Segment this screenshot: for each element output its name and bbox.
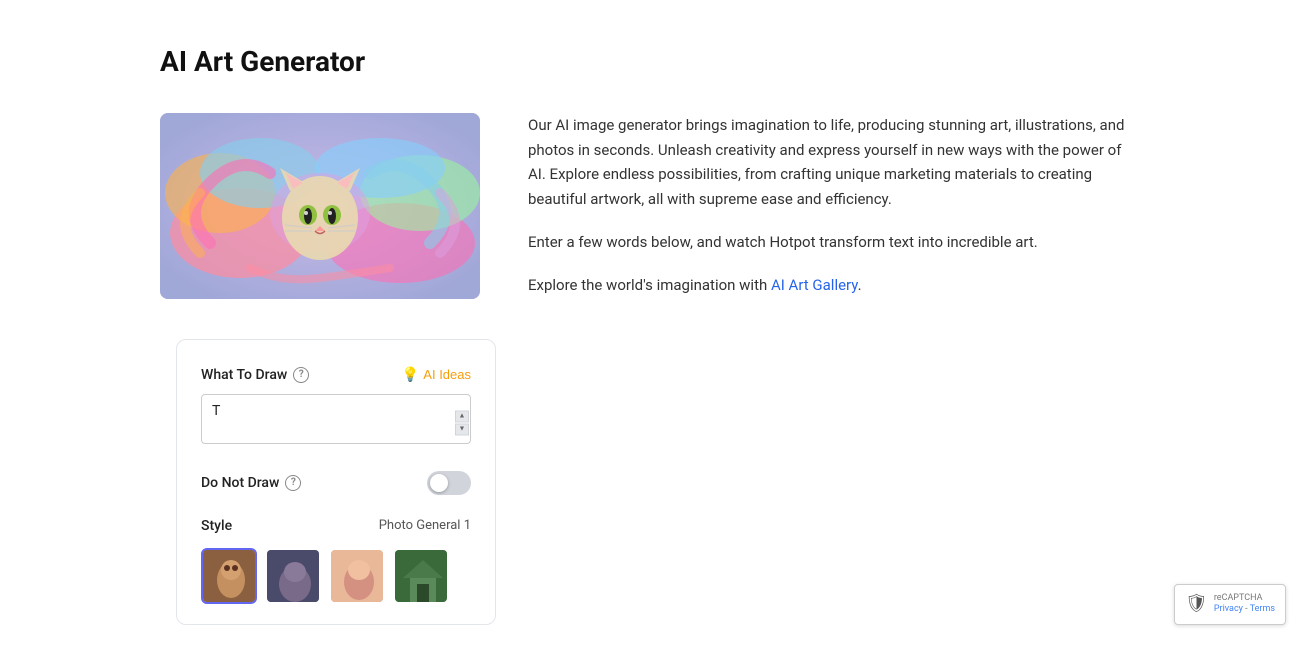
style-label-row: Style Photo General 1 (201, 515, 471, 537)
toggle-slider (427, 471, 471, 495)
scroll-up-arrow[interactable]: ▲ (455, 410, 469, 422)
style-thumbnails (201, 548, 471, 604)
style-thumb-1[interactable] (201, 548, 257, 604)
recaptcha-text: reCAPTCHA Privacy - Terms (1214, 593, 1275, 616)
scrollbar-arrows: ▲ ▼ (455, 410, 469, 435)
ai-ideas-button[interactable]: 💡 AI Ideas (402, 366, 471, 383)
page-title: AI Art Generator (160, 40, 1140, 85)
hero-section: Our AI image generator brings imaginatio… (160, 113, 1140, 299)
what-to-draw-input[interactable]: T (201, 394, 471, 444)
hero-description-1: Our AI image generator brings imaginatio… (528, 113, 1140, 212)
what-to-draw-label: What To Draw ? (201, 364, 309, 386)
hero-image (160, 113, 480, 299)
what-to-draw-help-icon[interactable]: ? (293, 367, 309, 383)
style-thumb-4[interactable] (393, 548, 449, 604)
style-value: Photo General 1 (379, 516, 471, 537)
style-label: Style (201, 515, 232, 537)
hero-description-2: Enter a few words below, and watch Hotpo… (528, 230, 1140, 255)
do-not-draw-label: Do Not Draw ? (201, 472, 301, 494)
recaptcha-terms-link[interactable]: Terms (1250, 604, 1275, 614)
what-to-draw-label-row: What To Draw ? 💡 AI Ideas (201, 364, 471, 386)
scroll-down-arrow[interactable]: ▼ (455, 423, 469, 435)
recaptcha-icon: 🛡 (1185, 595, 1208, 613)
style-section: Style Photo General 1 (201, 515, 471, 603)
hero-text: Our AI image generator brings imaginatio… (528, 113, 1140, 298)
do-not-draw-row: Do Not Draw ? (201, 471, 471, 495)
do-not-draw-toggle[interactable] (427, 471, 471, 495)
recaptcha-privacy-link[interactable]: Privacy (1214, 604, 1243, 614)
style-thumb-2[interactable] (265, 548, 321, 604)
do-not-draw-help-icon[interactable]: ? (285, 475, 301, 491)
form-panel: What To Draw ? 💡 AI Ideas T ▲ ▼ D (176, 339, 496, 625)
recaptcha-logo: 🛡 (1185, 595, 1208, 613)
ai-art-gallery-link[interactable]: AI Art Gallery (771, 276, 858, 294)
style-thumb-3[interactable] (329, 548, 385, 604)
bulb-icon: 💡 (402, 366, 419, 383)
hero-description-3-prefix: Explore the world's imagination with (528, 276, 771, 294)
recaptcha-badge: 🛡 reCAPTCHA Privacy - Terms (1174, 584, 1286, 625)
do-not-draw-section: Do Not Draw ? (201, 471, 471, 495)
what-to-draw-section: What To Draw ? 💡 AI Ideas T ▲ ▼ (201, 364, 471, 451)
textarea-wrapper: T ▲ ▼ (201, 394, 471, 451)
hero-description-3: Explore the world's imagination with AI … (528, 273, 1140, 298)
hero-description-3-suffix: . (858, 276, 862, 294)
